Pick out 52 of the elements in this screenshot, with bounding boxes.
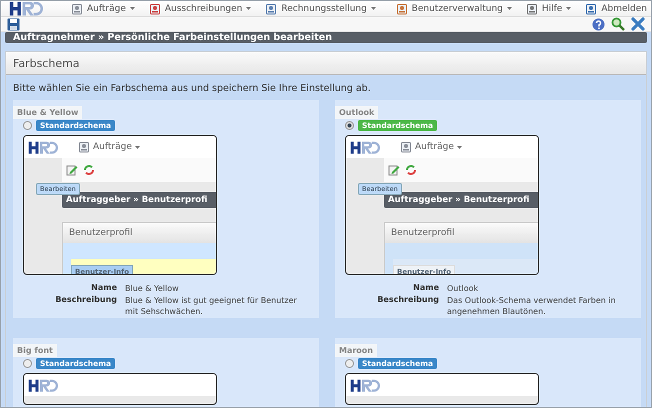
edit-icon [388, 164, 400, 176]
logo [28, 140, 58, 154]
name-label: Name [412, 283, 439, 294]
save-icon[interactable] [7, 18, 20, 31]
preview-panel-title: Benutzerprofil [385, 223, 538, 244]
preview-heading: Auftraggeber » Benutzerprofi [62, 192, 216, 208]
scheme-radio[interactable] [345, 121, 354, 130]
logo [350, 378, 380, 392]
name-label: Name [90, 283, 117, 294]
caret-icon [134, 146, 140, 149]
edit-icon [66, 164, 78, 176]
scheme-title: Maroon [335, 344, 377, 358]
nav-menu[interactable]: Benutzerverwaltung [396, 2, 512, 15]
user-icon [396, 2, 408, 15]
description-label: Beschreibung [376, 295, 439, 306]
description-value: Blue & Yellow ist gut geeignet für Benutzer mit Sehschwächen. [125, 295, 298, 318]
name-value: Blue & Yellow [125, 283, 180, 294]
nav-menu[interactable]: Aufträge [71, 2, 135, 15]
caret-icon [506, 7, 512, 10]
caret-icon [370, 7, 376, 10]
description-value: Das Outlook-Schema verwendet Farben in angenehmen Blautönen. [447, 295, 617, 318]
caret-icon [456, 146, 462, 149]
help-icon[interactable] [592, 18, 605, 31]
nav-menu[interactable]: Ausschreibungen [148, 2, 252, 15]
name-value: Outlook [447, 283, 480, 294]
nav-menu[interactable]: Rechnungsstellung [265, 2, 376, 15]
preview-heading: Auftraggeber » Benutzerprofi [384, 192, 538, 208]
page-title: Auftragnehmer » Persönliche Farbeinstellungen bearbeiten [5, 32, 647, 44]
description-label: Beschreibung [54, 295, 117, 306]
scheme-title: Outlook [335, 106, 378, 120]
caret-icon [246, 7, 252, 10]
scheme-title: Blue & Yellow [13, 106, 82, 120]
preview-menu: Aufträge [400, 141, 462, 154]
scheme-radio[interactable] [345, 359, 354, 368]
refresh-icon [405, 164, 417, 176]
caret-icon [566, 7, 572, 10]
intro-text: Bitte wählen Sie ein Farbschema aus und speichern Sie Ihre Einstellung ab. [12, 82, 372, 96]
nav-menu[interactable]: Hilfe [526, 2, 572, 15]
panel-title: Farbschema [6, 52, 646, 76]
logout-link[interactable]: Abmelden [585, 2, 647, 15]
logo [28, 378, 58, 392]
preview-menu: Aufträge [78, 141, 140, 154]
scheme-radio[interactable] [23, 359, 32, 368]
caret-icon [130, 7, 135, 10]
scheme-title: Big font [13, 344, 57, 358]
logo [9, 1, 43, 16]
refresh-icon [83, 164, 95, 176]
preview-panel-title: Benutzerprofil [63, 223, 216, 244]
close-icon[interactable] [631, 17, 645, 32]
scheme-radio[interactable] [23, 121, 32, 130]
search-icon[interactable] [611, 17, 625, 32]
logo [350, 140, 380, 154]
